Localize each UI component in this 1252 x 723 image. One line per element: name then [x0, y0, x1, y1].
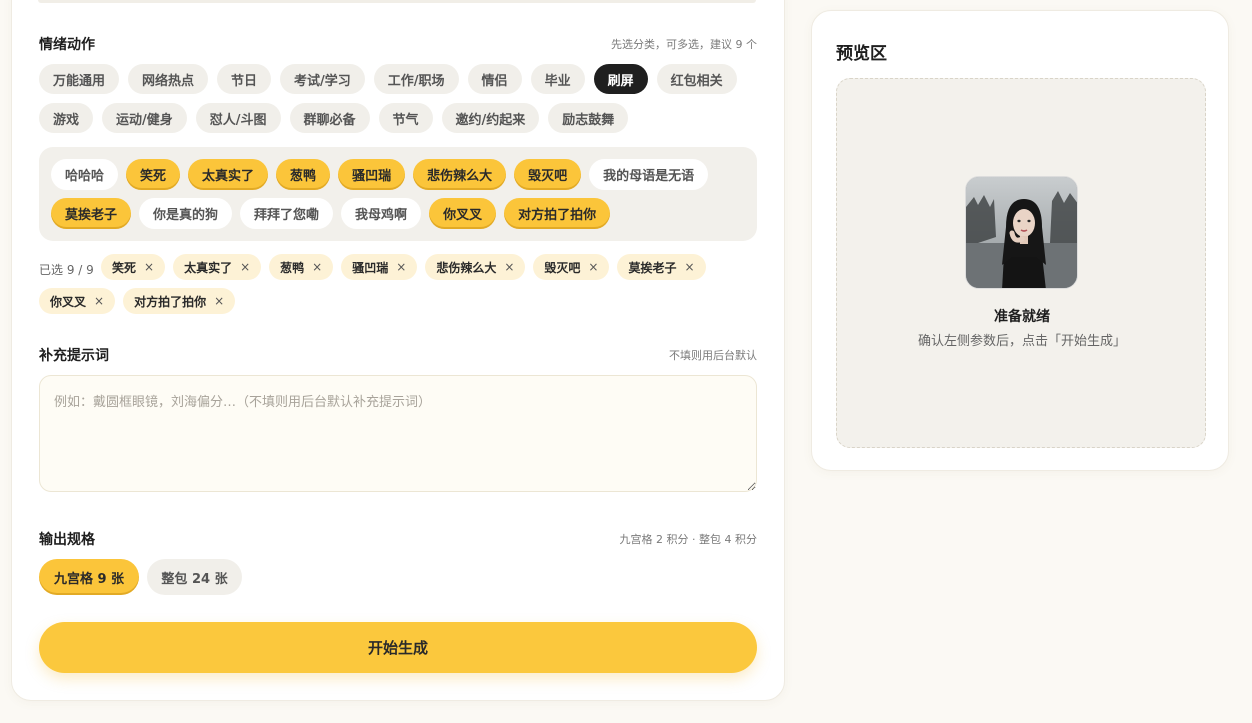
- phrase-chip-r1-3[interactable]: 葱鸭: [276, 159, 331, 190]
- phrase-chip-r1-6[interactable]: 毁灭吧: [514, 159, 582, 190]
- selected-tag-label: 骚凹瑞: [352, 260, 389, 275]
- output-section-title: 输出规格: [39, 532, 95, 548]
- generate-button[interactable]: 开始生成: [39, 622, 757, 673]
- selected-tag-label: 葱鸭: [280, 260, 305, 275]
- category-chip-r2-2[interactable]: 怼人/斗图: [195, 103, 281, 133]
- phrase-chip-r1-4[interactable]: 骚凹瑞: [338, 159, 406, 190]
- selected-tag-label: 太真实了: [184, 260, 233, 275]
- preview-panel: 预览区 准备就绪 确认左侧参数后，点击「开始生成」: [811, 10, 1229, 471]
- remove-tag-icon[interactable]: ×: [504, 260, 514, 274]
- selected-tag-label: 笑死: [112, 260, 137, 275]
- selected-count: 已选 9 / 9: [39, 263, 94, 277]
- remove-tag-icon[interactable]: ×: [94, 294, 104, 308]
- selected-tag: 笑死 ×: [101, 254, 166, 280]
- selected-tag: 你叉叉 ×: [39, 288, 116, 314]
- prompt-textarea[interactable]: [39, 375, 757, 492]
- phrase-chip-r1-7[interactable]: 我的母语是无语: [589, 159, 709, 190]
- prompt-section-hint: 不填则用后台默认: [669, 349, 757, 362]
- remove-tag-icon[interactable]: ×: [684, 260, 694, 274]
- reference-photo: [965, 176, 1078, 289]
- phrase-chip-r2-2[interactable]: 拜拜了您嘞: [240, 198, 334, 229]
- preview-area: 准备就绪 确认左侧参数后，点击「开始生成」: [836, 78, 1206, 448]
- phrase-chip-r2-1[interactable]: 你是真的狗: [139, 198, 233, 229]
- category-chip-r1-4[interactable]: 工作/职场: [373, 64, 459, 94]
- category-chip-r2-4[interactable]: 节气: [378, 103, 433, 133]
- selected-tag: 悲伤辣么大 ×: [425, 254, 526, 280]
- selected-tag: 骚凹瑞 ×: [341, 254, 418, 280]
- emotion-section-title: 情绪动作: [39, 37, 95, 53]
- phrase-chip-r1-1[interactable]: 笑死: [126, 159, 181, 190]
- phrase-chip-r2-3[interactable]: 我母鸡啊: [341, 198, 422, 229]
- remove-tag-icon[interactable]: ×: [396, 260, 406, 274]
- selected-tag-label: 莫挨老子: [628, 260, 677, 275]
- category-chip-r1-0[interactable]: 万能通用: [39, 64, 120, 94]
- remove-tag-icon[interactable]: ×: [240, 260, 250, 274]
- selected-tag-label: 悲伤辣么大: [436, 260, 497, 275]
- remove-tag-icon[interactable]: ×: [214, 294, 224, 308]
- selected-tag-label: 毁灭吧: [544, 260, 581, 275]
- prompt-section-title: 补充提示词: [39, 348, 109, 364]
- portrait-image: [966, 177, 1077, 288]
- category-chip-r1-6[interactable]: 毕业: [530, 64, 585, 94]
- selected-tag: 对方拍了拍你 ×: [123, 288, 236, 314]
- phrase-row-2: 莫挨老子 你是真的狗 拜拜了您嘞 我母鸡啊 你叉叉 对方拍了拍你: [51, 198, 611, 229]
- selected-tag: 葱鸭 ×: [269, 254, 334, 280]
- phrase-panel: 哈哈哈 笑死 太真实了 葱鸭 骚凹瑞 悲伤辣么大 毁灭吧 我的母语是无语 莫挨老子 你是真的狗拜…: [39, 147, 757, 241]
- category-chip-r2-1[interactable]: 运动/健身: [102, 103, 187, 133]
- selected-tag: 太真实了 ×: [173, 254, 262, 280]
- status-description: 确认左侧参数后，点击「开始生成」: [917, 334, 1126, 349]
- phrase-chip-r1-0[interactable]: 哈哈哈: [51, 159, 119, 190]
- category-chip-r2-3[interactable]: 群聊必备: [289, 103, 370, 133]
- category-chip-r2-5[interactable]: 邀约/约起来: [441, 103, 540, 133]
- selected-tags-row-2: 你叉叉 × 对方拍了拍你 ×: [39, 288, 236, 314]
- category-chip-r1-2[interactable]: 节日: [217, 64, 272, 94]
- remove-tag-icon[interactable]: ×: [588, 260, 598, 274]
- selected-tag: 毁灭吧 ×: [533, 254, 610, 280]
- category-chip-r1-5[interactable]: 情侣: [467, 64, 522, 94]
- preview-title: 预览区: [836, 44, 887, 64]
- remove-tag-icon[interactable]: ×: [144, 260, 154, 274]
- grid-option-button[interactable]: 九宫格 9 张: [39, 559, 139, 595]
- category-chip-r1-3[interactable]: 考试/学习: [280, 64, 365, 94]
- pack-option-button[interactable]: 整包 24 张: [147, 559, 242, 595]
- category-chip-r1-7[interactable]: 刷屏: [593, 64, 648, 94]
- top-divider: [38, 0, 756, 3]
- emotion-section-hint: 先选分类，可多选，建议 9 个: [611, 38, 757, 51]
- category-chip-r2-6[interactable]: 励志鼓舞: [548, 103, 629, 133]
- category-chip-r2-0[interactable]: 游戏: [39, 103, 94, 133]
- remove-tag-icon[interactable]: ×: [312, 260, 322, 274]
- category-chip-r1-1[interactable]: 网络热点: [128, 64, 209, 94]
- category-row-2: 游戏 运动/健身 怼人/斗图 群聊必备 节气 邀约/约起来 励志鼓舞: [39, 103, 629, 133]
- phrase-row-1: 哈哈哈 笑死 太真实了 葱鸭 骚凹瑞 悲伤辣么大 毁灭吧 我的母语是无语: [51, 159, 709, 190]
- selected-tag: 莫挨老子 ×: [617, 254, 706, 280]
- phrase-chip-r2-0[interactable]: 莫挨老子: [51, 198, 132, 229]
- phrase-chip-r2-4[interactable]: 你叉叉: [429, 198, 497, 229]
- phrase-chip-r1-5[interactable]: 悲伤辣么大: [413, 159, 507, 190]
- phrase-chip-r1-2[interactable]: 太真实了: [188, 159, 269, 190]
- phrase-chip-r2-5[interactable]: 对方拍了拍你: [504, 198, 611, 229]
- selected-tag-label: 你叉叉: [50, 294, 87, 309]
- selected-tag-label: 对方拍了拍你: [134, 294, 207, 309]
- selected-tags-row-1: 笑死 × 太真实了 × 葱鸭 × 骚凹瑞 × 悲伤辣么大 × 毁灭吧 × 莫挨老子 ×: [101, 254, 706, 280]
- output-section-hint: 九宫格 2 积分 · 整包 4 积分: [619, 533, 757, 546]
- category-chip-r1-8[interactable]: 红包相关: [656, 64, 737, 94]
- status-title: 准备就绪: [994, 309, 1050, 325]
- category-row-1: 万能通用 网络热点 节日 考试/学习 工作/职场 情侣 毕业 刷屏 红包相关: [39, 64, 737, 94]
